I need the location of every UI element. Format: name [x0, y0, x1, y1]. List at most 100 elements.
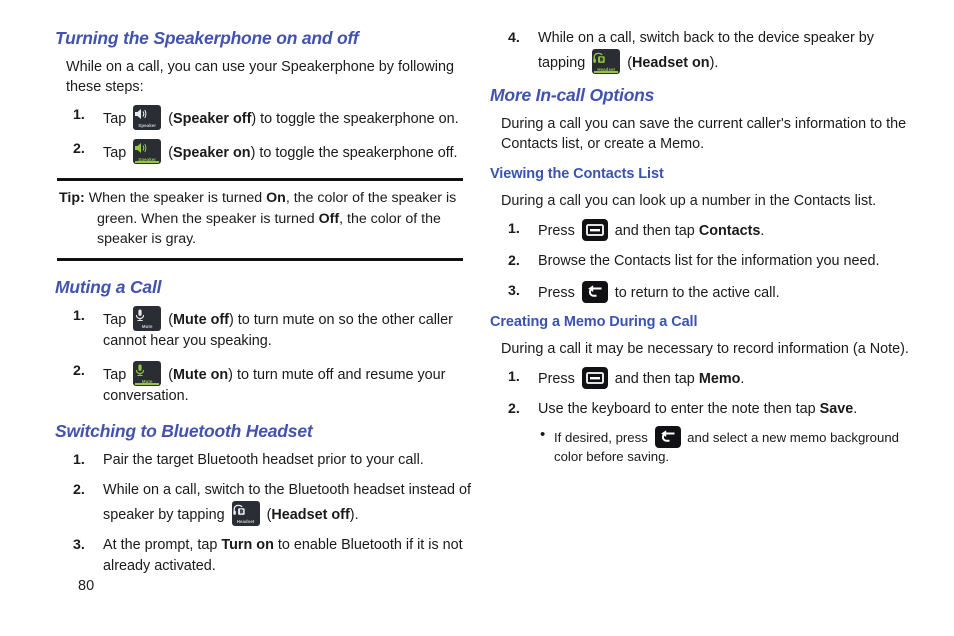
- tip-text-d: green. When the speaker is turned: [97, 210, 319, 227]
- bluetooth-steps: 1. Pair the target Bluetooth headset prio…: [55, 450, 475, 577]
- mute-off-icon: Mute: [133, 306, 162, 332]
- step-text-pre: Tap: [103, 312, 127, 329]
- step-item: 2. Use the keyboard to enter the note the…: [490, 399, 910, 466]
- step-number: 1.: [73, 451, 85, 468]
- speaker-glyph: [133, 139, 161, 157]
- active-indicator-bar: [135, 382, 160, 385]
- active-indicator-bar: [594, 70, 619, 73]
- tip-text-e: , the color of the: [339, 210, 441, 227]
- step-item: 1. Press and then tap Memo.: [490, 367, 910, 390]
- step-item: 1. Pair the target Bluetooth headset prio…: [55, 450, 475, 471]
- step-text-post: ).: [709, 54, 719, 71]
- headset-off-icon: Headset: [231, 500, 260, 526]
- step-text-mid: and then tap: [610, 222, 699, 239]
- section-title-more-incall: More In-call Options: [490, 84, 655, 105]
- step-bold-label: Headset on: [632, 54, 710, 71]
- step-number: 2.: [73, 141, 85, 158]
- step-number: 1.: [508, 369, 520, 386]
- memo-intro: During a call it may be necessary to rec…: [501, 340, 909, 357]
- speaker-on-icon: Speaker: [133, 139, 162, 165]
- active-indicator-bar: [135, 161, 160, 164]
- step-text-pre: Tap: [103, 145, 127, 162]
- speaker-off-icon: Speaker: [133, 105, 162, 131]
- step-text-pre: Use the keyboard to enter the note then …: [538, 400, 820, 417]
- step-text-pre: Press: [538, 222, 575, 239]
- step-text-pre: At the prompt, tap: [103, 536, 222, 553]
- step-text-post: to return to the active call.: [610, 284, 780, 301]
- step-number: 2.: [73, 481, 85, 498]
- tip-bold-on: On: [266, 190, 286, 207]
- bullet-text-pre: If desired, press: [554, 429, 648, 445]
- section-title-bluetooth: Switching to Bluetooth Headset: [55, 420, 313, 441]
- headset-bluetooth-glyph: [592, 49, 620, 67]
- tip-label: Tip:: [59, 190, 85, 207]
- bullet-dot: •: [540, 425, 546, 443]
- step-item: 4. While on a call, switch back to the de…: [490, 28, 910, 74]
- menu-key-icon: [581, 367, 608, 390]
- step-bold-label: Speaker on: [173, 145, 251, 162]
- step-text-post: ).: [349, 506, 359, 523]
- tip-bold-off: Off: [318, 210, 340, 227]
- step-number: 3.: [508, 282, 520, 299]
- step-bold-label: Speaker off: [173, 111, 252, 128]
- step-bold-label: Save: [819, 400, 854, 417]
- step-text-post: ) to toggle the speakerphone off.: [250, 145, 458, 162]
- subsection-title-memo: Creating a Memo During a Call: [490, 314, 698, 331]
- step-number: 3.: [73, 536, 85, 553]
- tip-text-a: When the speaker is turned: [84, 190, 267, 207]
- document-page: Turning the Speakerphone on and off Whil…: [0, 0, 954, 636]
- back-key-icon: [581, 280, 608, 303]
- right-column: 4. While on a call, switch back to the de…: [490, 28, 910, 475]
- step-bold-label: Turn on: [221, 536, 274, 553]
- memo-steps: 1. Press and then tap Memo. 2. Use the key…: [490, 367, 910, 466]
- step-bold-label: Contacts: [698, 222, 761, 239]
- mute-icon-caption: Mute: [141, 324, 153, 330]
- speaker-glyph: [133, 105, 161, 123]
- step-number: 2.: [508, 252, 520, 269]
- step-text-pre: Tap: [103, 111, 127, 128]
- step-item: 2. Tap Mute (Mute on) to turn mute off an…: [55, 360, 475, 407]
- step-item: 1. Press and then tap Contacts.: [490, 218, 910, 242]
- headset-on-icon: Headset: [592, 48, 621, 74]
- step-item: 2. While on a call, switch to the Bluetoo…: [55, 480, 475, 526]
- step-item: 1. Tap Mute (Mute off) to turn mute on so…: [55, 306, 475, 352]
- headset-bluetooth-glyph: [232, 501, 260, 519]
- step-bold-label: Mute on: [173, 366, 229, 383]
- step-text-post: ) to toggle the speakerphone on.: [251, 111, 459, 128]
- step-number: 2.: [508, 400, 520, 417]
- tip-body: Tip: When the speaker is turned On, the …: [57, 181, 463, 257]
- tip-line-2: green. When the speaker is turned Off, t…: [59, 209, 463, 229]
- step-item: 2. Browse the Contacts list for the infor…: [490, 251, 910, 272]
- microphone-glyph: [133, 361, 161, 379]
- step-text: Browse the Contacts list for the informa…: [538, 252, 880, 269]
- menu-key-icon: [581, 218, 608, 241]
- headset-icon-caption: Headset: [236, 518, 255, 524]
- step-text-post: .: [760, 222, 765, 239]
- bluetooth-steps-continued: 4. While on a call, switch back to the de…: [490, 28, 910, 74]
- speakerphone-intro: While on a call, you can use your Speake…: [66, 59, 454, 96]
- step-bold-label: Memo: [698, 371, 741, 388]
- step-text-post: .: [740, 371, 745, 388]
- contacts-steps: 1. Press and then tap Contacts. 2. Browse …: [490, 218, 910, 304]
- step-number: 1.: [73, 308, 85, 325]
- muting-steps: 1. Tap Mute (Mute off) to turn mute on so…: [55, 306, 475, 407]
- step-text-pre: Tap: [103, 366, 127, 383]
- contacts-intro: During a call you can look up a number i…: [501, 192, 877, 209]
- microphone-glyph: [133, 306, 161, 324]
- step-number: 2.: [73, 362, 85, 379]
- more-incall-intro: During a call you can save the current c…: [501, 116, 907, 153]
- step-bold-label: Headset off: [271, 506, 350, 523]
- step-item: 2. Tap Speaker (Speaker on) to toggle the…: [55, 139, 475, 165]
- speakerphone-steps: 1. Tap Speaker (Speaker off) to toggle th…: [55, 105, 475, 165]
- tip-text-c: , the color of the speaker is: [285, 190, 457, 207]
- step-number: 4.: [508, 30, 520, 46]
- step-item: 3. At the prompt, tap Turn on to enable B…: [55, 535, 475, 577]
- step-number: 1.: [73, 107, 85, 124]
- tip-line-1: Tip: When the speaker is turned On, the …: [59, 188, 463, 208]
- step-number: 1.: [508, 220, 520, 237]
- memo-sub-bullets: • If desired, press and select a new memo…: [538, 425, 910, 466]
- tip-line-3: speaker is gray.: [97, 230, 197, 247]
- step-item: 1. Tap Speaker (Speaker off) to toggle th…: [55, 105, 475, 131]
- step-item: 3. Press to return to the active call.: [490, 280, 910, 304]
- speaker-icon-caption: Speaker: [138, 123, 157, 129]
